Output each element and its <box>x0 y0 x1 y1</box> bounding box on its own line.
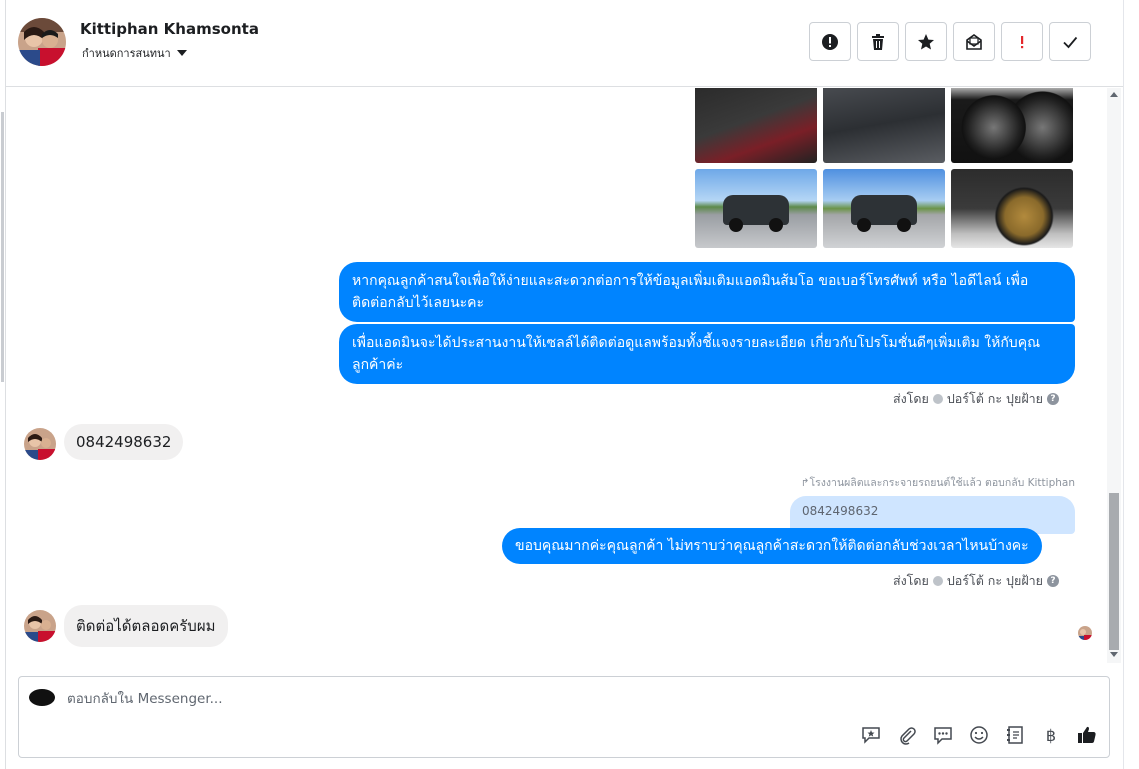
conversation-header: Kittiphan Khamsonta กำหนดการสนทนา <box>6 0 1123 87</box>
appointment-icon <box>1007 726 1023 744</box>
saved-reply-icon <box>934 727 952 745</box>
reply-context-note: ↱โรงงานผลิตและกระจายรถยนต์ใช้แล้ว ตอบกลั… <box>801 474 1075 491</box>
sender-name: ปอร์โต้ กะ ปุยฝ้าย <box>946 391 1043 406</box>
sent-by-label: ส่งโดย <box>892 573 929 588</box>
thread-scrollbar[interactable] <box>1107 88 1121 663</box>
conversation-label-dropdown[interactable]: กำหนดการสนทนา <box>82 44 187 62</box>
spam-icon <box>1021 35 1024 48</box>
baht-icon: ฿ <box>1045 725 1057 745</box>
help-icon[interactable]: ? <box>1047 393 1059 405</box>
appointment-button[interactable] <box>1003 723 1027 747</box>
sender-name: ปอร์โต้ กะ ปุยฝ้าย <box>946 573 1043 588</box>
contact-avatar-small[interactable] <box>24 610 56 642</box>
seen-indicator-avatar <box>1078 626 1092 640</box>
thread-scroll-thumb[interactable] <box>1109 493 1119 650</box>
wheel-shape <box>897 218 911 232</box>
attachment-photo[interactable] <box>823 169 945 248</box>
wheel-shape <box>857 218 871 232</box>
composer-toolbar: ฿ <box>859 723 1099 747</box>
verified-icon <box>932 394 943 404</box>
verified-icon <box>932 576 943 586</box>
attachment-photo[interactable] <box>951 169 1073 248</box>
incoming-message[interactable]: 0842498632 <box>64 424 184 460</box>
reply-arrow-icon: ↱ <box>800 477 810 489</box>
sent-by-label: ส่งโดย <box>892 391 929 406</box>
emoji-icon <box>970 726 988 744</box>
emoji-button[interactable] <box>967 723 991 747</box>
conversation-toolbar <box>809 22 1091 61</box>
spam-button[interactable] <box>1001 22 1043 61</box>
contact-avatar-small[interactable] <box>24 428 56 460</box>
left-scroll-thumb[interactable] <box>1 112 4 382</box>
wheel-shape <box>769 218 783 232</box>
mark-unread-icon <box>966 33 982 50</box>
attachment-photo[interactable] <box>823 88 945 163</box>
like-icon <box>1078 726 1096 743</box>
attachment-photo[interactable] <box>695 169 817 248</box>
alert-icon <box>822 33 838 50</box>
incoming-message[interactable]: ติดต่อได้ตลอดครับผม <box>64 605 228 647</box>
like-button[interactable] <box>1075 723 1099 747</box>
sticker-button[interactable] <box>859 723 883 747</box>
delete-button[interactable] <box>857 22 899 61</box>
wheel-shape <box>729 218 743 232</box>
mark-unread-button[interactable] <box>953 22 995 61</box>
inbox-conversation-window: Kittiphan Khamsonta กำหนดการสนทนา หากคุณ… <box>0 0 1139 769</box>
alert-button[interactable] <box>809 22 851 61</box>
outgoing-message[interactable]: ขอบคุณมากค่ะคุณลูกค้า ไม่ทราบว่าคุณลูกค้… <box>502 528 1042 564</box>
reply-composer: ฿ <box>18 676 1110 758</box>
attachment-photo[interactable] <box>695 88 817 163</box>
check-icon <box>1063 36 1078 48</box>
saved-reply-button[interactable] <box>931 723 955 747</box>
reply-context-text: โรงงานผลิตและกระจายรถยนต์ใช้แล้ว ตอบกลับ… <box>809 477 1075 489</box>
outgoing-message[interactable]: เพื่อแอดมินจะได้ประสานงานให้เซลล์ได้ติดต… <box>339 324 1075 384</box>
window-right-edge <box>1123 0 1139 769</box>
attachment-button[interactable] <box>895 723 919 747</box>
sent-by-info: ส่งโดย ปอร์โต้ กะ ปุยฝ้าย ? <box>893 389 1059 409</box>
scroll-up-arrow-icon[interactable] <box>1110 92 1118 97</box>
outgoing-message[interactable]: หากคุณลูกค้าสนใจเพื่อให้ง่ายและสะดวกต่อก… <box>339 262 1075 322</box>
payment-button[interactable]: ฿ <box>1039 723 1063 747</box>
message-thread[interactable]: หากคุณลูกค้าสนใจเพื่อให้ง่ายและสะดวกต่อก… <box>6 88 1107 663</box>
photo-attachment-grid <box>695 88 1075 248</box>
reply-input[interactable] <box>67 687 767 711</box>
page-logo-icon <box>29 689 55 706</box>
attachment-icon <box>900 727 916 745</box>
star-button[interactable] <box>905 22 947 61</box>
caret-down-icon <box>176 50 187 56</box>
trash-icon <box>872 33 884 50</box>
conversation-label-text: กำหนดการสนทนา <box>82 47 171 60</box>
sticker-icon <box>862 727 880 744</box>
mark-done-button[interactable] <box>1049 22 1091 61</box>
contact-avatar[interactable] <box>18 18 66 66</box>
sent-by-info: ส่งโดย ปอร์โต้ กะ ปุยฝ้าย ? <box>893 571 1059 591</box>
attachment-photo[interactable] <box>951 88 1073 163</box>
star-icon <box>918 33 934 49</box>
scroll-down-arrow-icon[interactable] <box>1110 652 1118 657</box>
help-icon[interactable]: ? <box>1047 575 1059 587</box>
contact-name[interactable]: Kittiphan Khamsonta <box>80 20 259 38</box>
